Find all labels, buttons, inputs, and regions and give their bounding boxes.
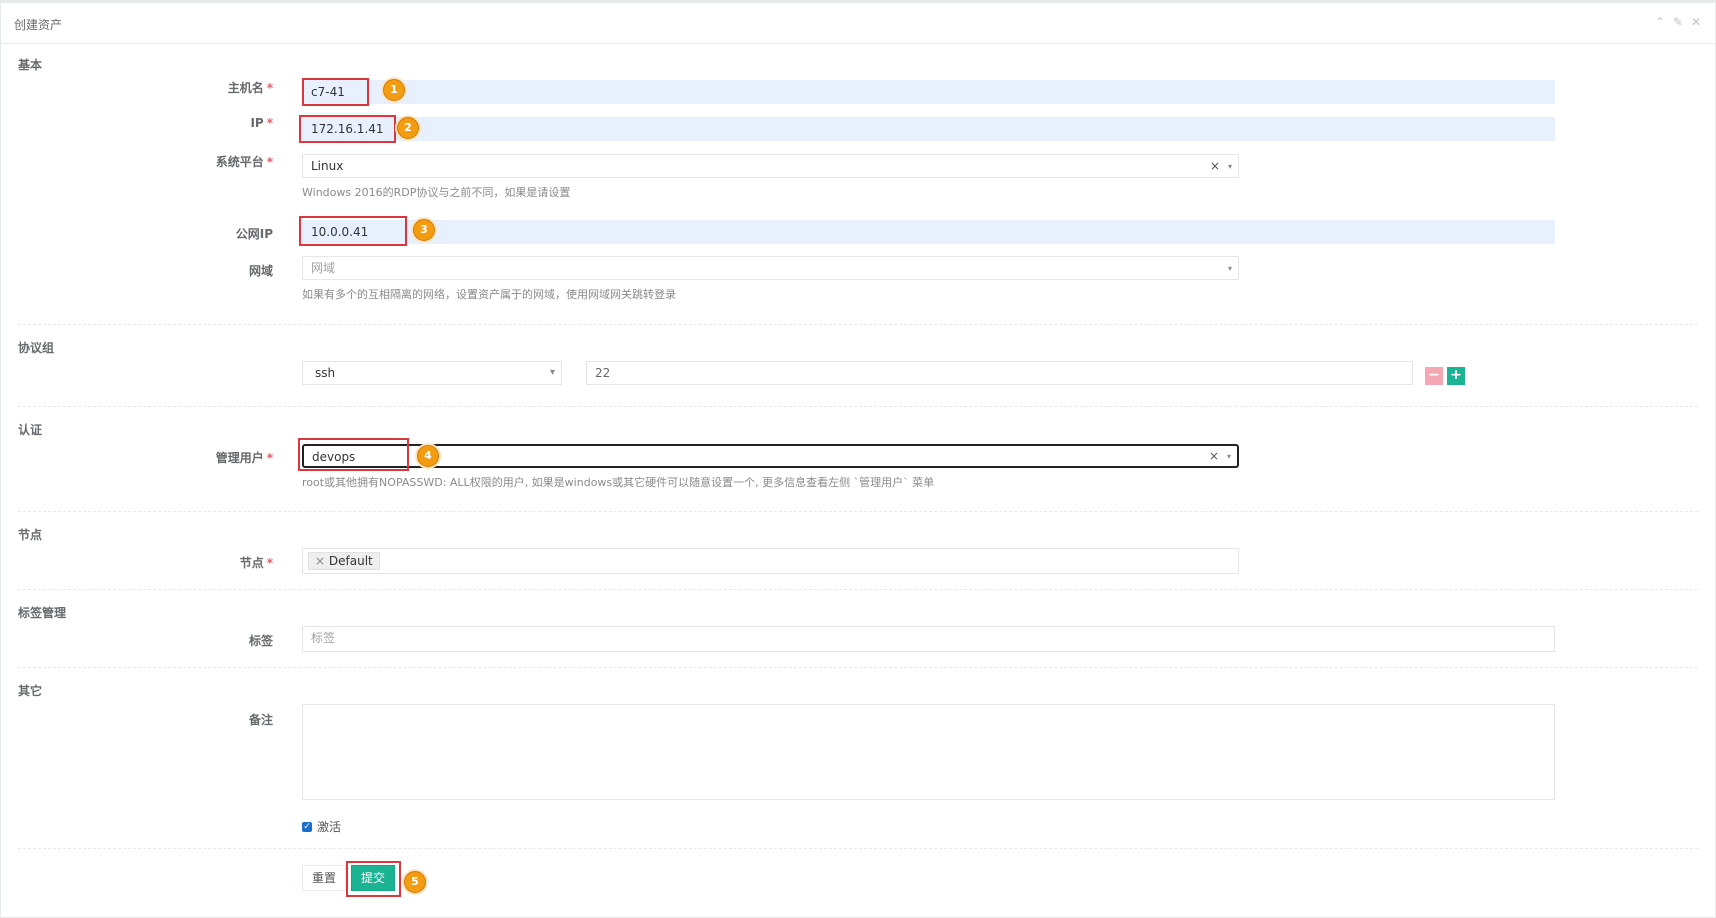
domain-select[interactable]: 网域 ▾ — [302, 256, 1239, 280]
divider — [18, 406, 1698, 407]
highlight-box — [299, 216, 407, 246]
highlight-box — [298, 438, 409, 471]
section-auth: 认证 — [18, 423, 43, 437]
highlight-box — [299, 115, 396, 143]
public-ip-input[interactable]: 10.0.0.41 — [302, 220, 1555, 244]
close-icon[interactable]: ✕ — [1691, 16, 1701, 28]
clear-icon[interactable]: × — [1209, 449, 1219, 463]
domain-placeholder: 网域 — [311, 261, 336, 275]
node-select[interactable] — [302, 548, 1239, 574]
platform-select[interactable]: Linux × ▾ — [302, 154, 1239, 178]
divider — [18, 324, 1698, 325]
chevron-down-icon[interactable]: ▾ — [1227, 450, 1231, 464]
admin-user-help: root或其他拥有NOPASSWD: ALL权限的用户, 如果是windows或… — [302, 476, 935, 489]
divider — [18, 848, 1698, 849]
domain-label: 网域 — [248, 264, 273, 278]
public-ip-label: 公网IP — [235, 227, 273, 241]
create-asset-panel: 创建资产 ⌃ ✎ ✕ 基本 主机名 * c7-41 IP * 172.16.1.41… — [0, 0, 1716, 918]
reset-button[interactable]: 重置 — [302, 865, 346, 891]
hostname-input[interactable]: c7-41 — [302, 80, 1555, 104]
panel-tools: ⌃ ✎ ✕ — [1655, 16, 1701, 28]
node-label: 节点 * — [239, 556, 273, 570]
platform-label: 系统平台 * — [215, 155, 273, 169]
section-basic: 基本 — [18, 58, 43, 72]
labels-placeholder: 标签 — [311, 631, 336, 645]
labels-input[interactable]: 标签 — [302, 626, 1555, 652]
section-tags: 标签管理 — [18, 606, 67, 620]
divider — [18, 589, 1698, 590]
remove-chip-icon[interactable]: × — [315, 554, 325, 568]
remove-protocol-button[interactable]: − — [1425, 367, 1443, 385]
chevron-down-icon[interactable]: ▾ — [1228, 262, 1232, 276]
hostname-label: 主机名 * — [227, 81, 273, 95]
collapse-icon[interactable]: ⌃ — [1655, 16, 1665, 28]
node-chip[interactable]: × Default — [308, 552, 380, 570]
panel-header: 创建资产 ⌃ ✎ ✕ — [1, 3, 1715, 44]
highlight-box — [346, 861, 401, 897]
step-marker: 4 — [417, 445, 439, 467]
step-marker: 5 — [404, 871, 426, 893]
highlight-box — [302, 78, 369, 106]
labels-label: 标签 — [248, 634, 273, 648]
section-protocol: 协议组 — [18, 341, 55, 355]
comment-textarea[interactable] — [302, 704, 1555, 800]
divider — [18, 511, 1698, 512]
protocol-value: ssh — [315, 366, 336, 380]
add-protocol-button[interactable]: + — [1447, 367, 1465, 385]
section-node: 节点 — [18, 528, 43, 542]
admin-user-label: 管理用户 * — [215, 451, 273, 465]
platform-help: Windows 2016的RDP协议与之前不同，如果是请设置 — [302, 186, 571, 199]
step-marker: 3 — [413, 219, 435, 241]
step-marker: 2 — [397, 117, 419, 139]
wrench-icon[interactable]: ✎ — [1673, 16, 1683, 28]
admin-user-select[interactable]: devops × ▾ — [302, 444, 1239, 468]
panel-title: 创建资产 — [14, 18, 63, 32]
port-input[interactable]: 22 — [586, 361, 1413, 385]
domain-help: 如果有多个的互相隔离的网络，设置资产属于的网域，使用网域网关跳转登录 — [302, 288, 676, 301]
step-marker: 1 — [383, 79, 405, 101]
ip-label: IP * — [250, 116, 273, 130]
chevron-down-icon[interactable]: ▾ — [550, 366, 555, 380]
comment-label: 备注 — [248, 713, 273, 727]
chevron-down-icon[interactable]: ▾ — [1228, 160, 1232, 174]
section-other: 其它 — [18, 684, 43, 698]
platform-value: Linux — [311, 159, 344, 173]
ip-input[interactable]: 172.16.1.41 — [302, 117, 1555, 141]
clear-icon[interactable]: × — [1210, 159, 1220, 173]
active-label: 激活 — [317, 820, 342, 834]
active-checkbox-row[interactable]: ✓ 激活 — [302, 818, 341, 835]
divider — [18, 667, 1698, 668]
active-checkbox[interactable]: ✓ — [302, 821, 312, 832]
protocol-select[interactable]: ssh ▾ — [302, 361, 562, 385]
